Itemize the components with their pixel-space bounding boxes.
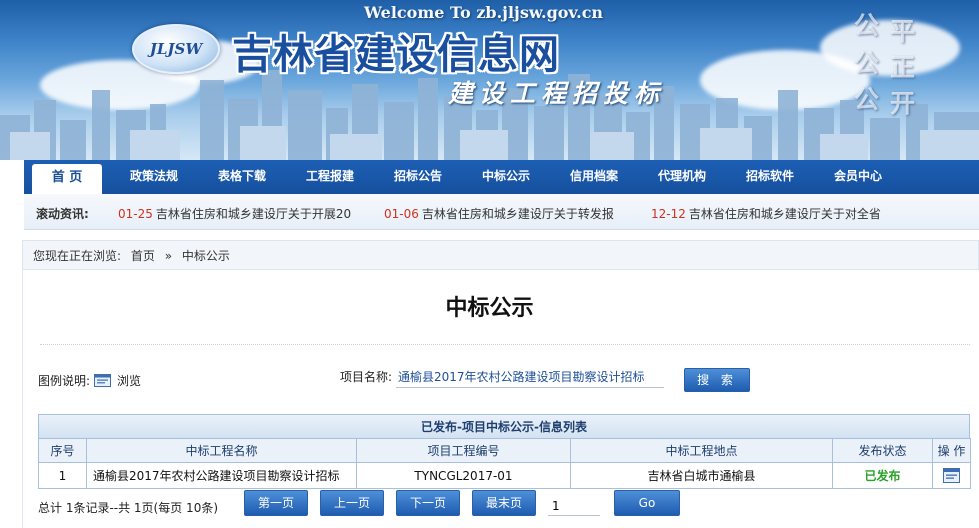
column-header-action: 操 作 [932,438,971,463]
logo-text: JLJSW [149,40,203,58]
breadcrumb-prefix: 您现在正在浏览: [33,249,122,263]
pagination-info: 总计 1条记录--共 1页(每页 10条) [38,501,219,515]
next-page-button[interactable]: 下一页 [396,490,460,516]
project-name-input[interactable] [396,366,664,388]
nav-item-credit[interactable]: 信用档案 [558,160,630,194]
site-subtitle: 建设工程招投标 [448,79,666,108]
welcome-text: Welcome To zb.jljsw.gov.cn [364,3,604,22]
ticker-date: 01-06 [384,207,419,221]
page-title: 中标公示 [445,296,534,321]
ticker-text: 吉林省住房和城乡建设厅关于对全省 [688,207,881,221]
ticker-label: 滚动资讯: [36,207,89,221]
title-divider [40,344,970,345]
browse-icon [94,374,112,387]
legend-label: 图例说明: [38,374,91,388]
table-row: 1 通榆县2017年农村公路建设项目勘察设计招标 TYNCGL2017-01 吉… [38,462,971,489]
news-ticker: 滚动资讯: 01-25 吉林省住房和城乡建设厅关于开展20 01-06 吉林省住房和… [24,194,979,230]
legend-browse-text: 浏览 [117,374,142,388]
row-location: 吉林省白城市通榆县 [570,462,833,489]
ticker-text: 吉林省住房和城乡建设厅关于转发报 [421,207,614,221]
go-button[interactable]: Go [614,490,680,516]
column-header-index: 序号 [38,438,87,463]
nav-item-award-notice[interactable]: 中标公示 [470,160,542,194]
slogan-char: 公 [854,11,880,40]
ticker-item[interactable]: 01-25 吉林省住房和城乡建设厅关于开展20 [118,205,351,222]
nav-item-policy[interactable]: 政策法规 [118,160,190,194]
page-number-input[interactable] [548,496,600,516]
browse-icon[interactable] [943,468,960,483]
results-table: 序号 中标工程名称 项目工程编号 中标工程地点 发布状态 操 作 1 通榆县20… [38,438,971,489]
nav-item-bid-notice[interactable]: 招标公告 [382,160,454,194]
slogan-char: 公 [854,49,880,78]
nav-item-member[interactable]: 会员中心 [822,160,894,194]
row-action-cell [932,462,971,489]
main-nav: 首 页 政策法规 表格下载 工程报建 招标公告 中标公示 信用档案 代理机构 招… [24,160,979,194]
slogan-char: 开 [890,89,916,118]
slogan-char: 正 [890,53,916,82]
row-project-name-link[interactable]: 通榆县2017年农村公路建设项目勘察设计招标 [86,462,357,489]
column-header-status: 发布状态 [832,438,933,463]
ticker-item[interactable]: 01-06 吉林省住房和城乡建设厅关于转发报 [384,205,614,222]
nav-item-agency[interactable]: 代理机构 [646,160,718,194]
row-project-code: TYNCGL2017-01 [356,462,571,489]
slogan-char: 平 [890,17,916,46]
prev-page-button[interactable]: 上一页 [320,490,384,516]
header-banner: Welcome To zb.jljsw.gov.cn JLJSW 吉林省建设信息… [0,0,979,160]
ticker-date: 12-12 [651,207,686,221]
breadcrumb: 您现在正在浏览: 首页 » 中标公示 [22,240,979,270]
project-name-label: 项目名称: [340,370,393,384]
nav-item-software[interactable]: 招标软件 [734,160,806,194]
last-page-button[interactable]: 最末页 [472,490,536,516]
table-header-row: 序号 中标工程名称 项目工程编号 中标工程地点 发布状态 操 作 [38,438,971,463]
ticker-item[interactable]: 12-12 吉林省住房和城乡建设厅关于对全省 [651,205,881,222]
nav-item-forms[interactable]: 表格下载 [206,160,278,194]
slogan-char: 公 [854,85,880,114]
ticker-text: 吉林省住房和城乡建设厅关于开展20 [155,207,352,221]
first-page-button[interactable]: 第一页 [244,490,308,516]
table-caption: 已发布-项目中标公示-信息列表 [38,414,970,438]
row-index: 1 [38,462,87,489]
breadcrumb-separator: » [164,249,173,263]
breadcrumb-home-link[interactable]: 首页 [131,249,155,263]
column-header-name: 中标工程名称 [86,438,357,463]
column-header-code: 项目工程编号 [356,438,571,463]
site-title: 吉林省建设信息网 [232,31,560,78]
ticker-date: 01-25 [118,207,153,221]
nav-item-home[interactable]: 首 页 [32,164,102,194]
breadcrumb-current: 中标公示 [181,249,230,263]
legend: 图例说明: 浏览 [38,372,141,389]
row-status-badge: 已发布 [832,462,933,489]
search-button[interactable]: 搜 索 [684,368,750,392]
results-table-wrap: 已发布-项目中标公示-信息列表 序号 中标工程名称 项目工程编号 中标工程地点 … [38,414,971,489]
site-logo[interactable]: JLJSW [132,24,220,74]
nav-item-registration[interactable]: 工程报建 [294,160,366,194]
column-header-location: 中标工程地点 [570,438,833,463]
